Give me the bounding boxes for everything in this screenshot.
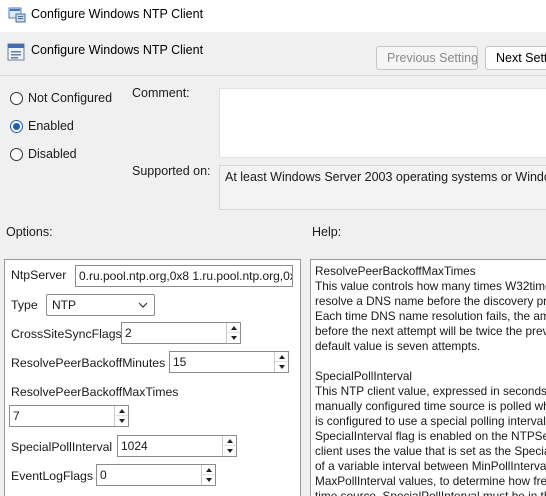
help-line: MaxPollInterval values, to determine how…: [315, 474, 546, 488]
increment-button[interactable]: [227, 323, 240, 333]
help-heading: Help:: [312, 225, 342, 239]
help-spacer: [315, 354, 546, 369]
help-line: This NTP client value, expressed in seco…: [315, 384, 546, 398]
special-poll-stepper[interactable]: 1024: [117, 435, 237, 457]
arrow-down-icon: [226, 449, 233, 453]
options-panel: NtpServer 0.ru.pool.ntp.org,0x8 1.ru.poo…: [4, 259, 301, 496]
supported-on-value: At least Windows Server 2003 operating s…: [219, 165, 546, 210]
help-line: of a variable interval between MinPollIn…: [315, 459, 546, 473]
help-line: before the next attempt will be twice th…: [315, 324, 546, 338]
arrow-down-icon: [205, 478, 212, 482]
help-line: ResolvePeerBackoffMaxTimes: [315, 264, 476, 278]
comment-textarea[interactable]: [219, 88, 546, 158]
help-panel: ResolvePeerBackoffMaxTimes This value con…: [310, 259, 546, 496]
arrow-down-icon: [118, 419, 125, 423]
backoff-max-value: 7: [13, 409, 20, 423]
decrement-button[interactable]: [227, 333, 240, 343]
ntpserver-label: NtpServer: [11, 268, 67, 282]
next-setting-button[interactable]: Next Setting: [485, 46, 546, 70]
event-log-stepper[interactable]: 0: [96, 464, 216, 486]
type-select[interactable]: NTP: [46, 294, 155, 316]
crosssite-label: CrossSiteSyncFlags: [11, 327, 122, 341]
help-line: This value controls how many times W32ti…: [315, 279, 546, 293]
radio-label: Not Configured: [28, 91, 113, 105]
type-select-value: NTP: [52, 298, 76, 312]
help-line: manually configured time source is polle…: [315, 399, 546, 413]
decrement-button[interactable]: [275, 362, 288, 372]
comment-label: Comment:: [132, 86, 190, 100]
radio-label: Enabled: [28, 119, 74, 133]
crosssite-value: 2: [125, 326, 132, 340]
radio-label: Disabled: [28, 147, 77, 161]
arrow-down-icon: [278, 365, 285, 369]
help-line: is configured to use a special polling i…: [315, 414, 546, 428]
increment-button[interactable]: [275, 352, 288, 362]
ntpserver-input[interactable]: 0.ru.pool.ntp.org,0x8 1.ru.pool.ntp.org,…: [75, 265, 293, 287]
help-line: SpecialInterval flag is enabled on the N…: [315, 429, 546, 443]
setting-icon: [7, 43, 25, 61]
help-text: ResolvePeerBackoffMaxTimes This value con…: [315, 264, 546, 496]
radio-disabled[interactable]: Disabled: [10, 145, 77, 163]
crosssite-stepper[interactable]: 2: [121, 322, 241, 344]
event-log-label: EventLogFlags: [11, 469, 94, 483]
help-line: time source. SpecialPollInterval must be…: [315, 489, 546, 496]
help-line: client uses the value that is set as the…: [315, 444, 546, 458]
arrow-up-icon: [226, 438, 233, 443]
radio-circle[interactable]: [10, 147, 23, 161]
previous-setting-button[interactable]: Previous Setting: [376, 46, 478, 70]
radio-not-configured[interactable]: Not Configured: [10, 89, 112, 107]
radio-circle[interactable]: [10, 91, 23, 105]
increment-button[interactable]: [115, 406, 128, 416]
chevron-down-icon: [138, 302, 148, 308]
type-label: Type: [11, 298, 38, 312]
decrement-button[interactable]: [223, 446, 236, 456]
help-line: default value is seven attempts.: [315, 339, 481, 353]
backoff-minutes-label: ResolvePeerBackoffMinutes: [11, 356, 166, 370]
arrow-down-icon: [230, 336, 237, 340]
radio-circle[interactable]: [10, 119, 23, 133]
stepper-arrows: [226, 323, 240, 343]
supported-on-label: Supported on:: [132, 164, 211, 178]
stepper-arrows: [274, 352, 288, 372]
arrow-up-icon: [230, 325, 237, 330]
backoff-minutes-stepper[interactable]: 15: [169, 351, 289, 373]
backoff-max-label: ResolvePeerBackoffMaxTimes: [11, 385, 179, 399]
decrement-button[interactable]: [202, 475, 215, 485]
backoff-minutes-value: 15: [173, 355, 187, 369]
window-title: Configure Windows NTP Client: [31, 7, 204, 21]
help-line: resolve a DNS name before the discovery …: [315, 294, 546, 308]
policy-window-icon: [8, 7, 26, 23]
options-heading: Options:: [6, 225, 53, 239]
decrement-button[interactable]: [115, 416, 128, 426]
stepper-arrows: [222, 436, 236, 456]
arrow-up-icon: [205, 467, 212, 472]
arrow-up-icon: [278, 354, 285, 359]
special-poll-value: 1024: [121, 439, 148, 453]
setting-title: Configure Windows NTP Client: [31, 43, 204, 57]
special-poll-label: SpecialPollInterval: [11, 440, 113, 454]
arrow-up-icon: [118, 408, 125, 413]
stepper-arrows: [201, 465, 215, 485]
header-divider: [0, 75, 546, 76]
increment-button[interactable]: [223, 436, 236, 446]
increment-button[interactable]: [202, 465, 215, 475]
help-line: Each time DNS name resolution fails, the…: [315, 309, 546, 323]
backoff-max-stepper[interactable]: 7: [9, 405, 129, 427]
help-line: SpecialPollInterval: [315, 369, 413, 383]
event-log-value: 0: [100, 468, 107, 482]
stepper-arrows: [114, 406, 128, 426]
radio-enabled[interactable]: Enabled: [10, 117, 74, 135]
